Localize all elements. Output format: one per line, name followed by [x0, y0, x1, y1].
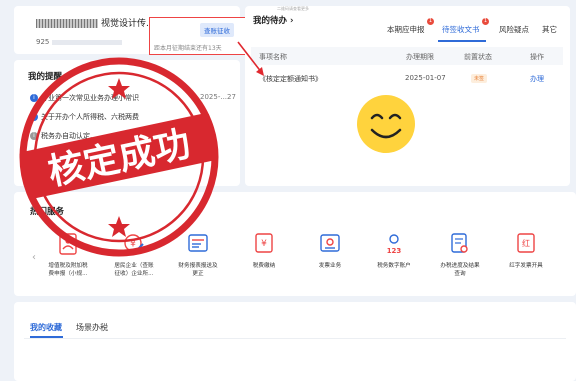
active-tab-indicator	[438, 40, 486, 42]
todo-item-deadline: 2025-01-07	[405, 74, 446, 82]
service-label: 查询	[454, 271, 466, 277]
service-digital-account[interactable]: 123 税务数字账户	[364, 232, 424, 270]
yen-edit-icon: ¥	[123, 232, 145, 256]
tab-current-filing[interactable]: 本期应申报	[387, 24, 425, 35]
reminders-title[interactable]: 我的提醒 ›	[28, 70, 69, 82]
service-vat-filing[interactable]: 增值税及附加税 费申报（小规...	[38, 232, 98, 278]
column-header: 前置状态	[464, 53, 492, 61]
todo-item-name: 《核定定额通知书》	[259, 75, 322, 83]
digital-account-icon: 123	[383, 232, 405, 256]
tab-other[interactable]: 其它	[542, 24, 557, 35]
carousel-prev-icon[interactable]: ‹	[32, 252, 36, 263]
reminders-panel: 我的提醒 › i 开业第一次常见业务办理小常识 2025-...27 i 关于开办个…	[14, 60, 240, 186]
user-info-card: 视觉设计传... 925 查账征收 距本月征期结束还有13天	[14, 6, 247, 55]
svg-text:红: 红	[522, 238, 530, 248]
service-label: 财务报表报送及	[178, 263, 218, 269]
tax-pay-icon: ¥	[253, 232, 275, 256]
service-label: 税费缴纳	[252, 263, 276, 269]
service-tax-payment[interactable]: ¥ 税费缴纳	[234, 232, 294, 270]
svg-text:¥: ¥	[130, 240, 136, 250]
red-arrow-annotation	[237, 41, 264, 76]
handle-link[interactable]: 办理	[530, 74, 544, 84]
service-label: 居民企业（查账	[114, 263, 154, 269]
service-label: 费申报（小规...	[48, 271, 88, 277]
divider	[24, 338, 566, 339]
reminder-date: 2025-...27	[200, 93, 236, 101]
person-doc-icon	[57, 232, 79, 256]
service-red-invoice[interactable]: 红 红字发票开具	[496, 232, 556, 270]
service-financial-report[interactable]: 财务报表报送及 更正	[168, 232, 228, 278]
reminder-text: 关于开办个人所得税、六税两费	[41, 113, 139, 121]
smiley-face-icon	[357, 95, 415, 153]
column-header: 办理期限	[406, 53, 434, 61]
reminder-item[interactable]: i 税务办自动认定...	[30, 131, 97, 141]
tab-pending-documents[interactable]: 待签收文书	[442, 24, 480, 35]
redacted-block	[52, 39, 123, 45]
chevron-right-icon: ›	[64, 72, 69, 82]
levy-deadline-note: 距本月征期结束还有13天	[154, 45, 222, 52]
report-icon	[187, 232, 209, 256]
info-icon: i	[30, 132, 38, 140]
tax-id-prefix: 925	[36, 38, 50, 46]
favorites-panel: 我的收藏 场景办税	[14, 302, 576, 381]
reminder-item[interactable]: i 关于开办个人所得税、六税两费	[30, 112, 139, 122]
levy-type-badge: 查账征收	[200, 23, 234, 37]
company-name: 视觉设计传...	[36, 16, 155, 29]
reminder-text: 开业第一次常见业务办理小常识	[41, 94, 139, 102]
services-title: 热门服务	[30, 207, 65, 217]
todo-status-badge: 未签	[471, 74, 488, 83]
hot-services-panel: 热门服务 ‹ 增值税及附加税 费申报（小规... ¥ 居民企业（查账 征收）企业所.…	[14, 192, 576, 296]
svg-text:¥: ¥	[261, 239, 267, 249]
service-label: 办税进度及结果	[440, 263, 480, 269]
tab-badge: 1	[482, 18, 489, 25]
invoice-icon	[319, 232, 341, 256]
tax-id: 925	[36, 38, 123, 46]
tab-badge: 1	[427, 18, 434, 25]
service-label: 征收）企业所...	[114, 271, 154, 277]
tab-risk-items[interactable]: 风险疑点	[499, 24, 529, 35]
tab-my-favorites[interactable]: 我的收藏	[30, 322, 62, 333]
top-strip-text: 二维码请查看更多	[277, 6, 309, 11]
info-icon: i	[30, 94, 38, 102]
levy-info-highlight: 查账征收 距本月征期结束还有13天	[149, 17, 247, 55]
service-label: 红字发票开具	[509, 263, 543, 269]
redacted-block	[36, 19, 98, 28]
service-label: 发票业务	[318, 263, 342, 269]
todo-title[interactable]: 我的待办 ›	[253, 14, 294, 26]
svg-text:123: 123	[387, 247, 402, 255]
chevron-right-icon: ›	[289, 16, 294, 26]
service-label: 增值税及附加税	[48, 263, 88, 269]
service-invoice[interactable]: 发票业务	[300, 232, 360, 270]
todo-table-header: 事项名称 办理期限 前置状态 操作	[251, 47, 563, 65]
red-invoice-icon: 红	[515, 232, 537, 256]
service-label: 税务数字账户	[377, 263, 411, 269]
service-label: 更正	[192, 271, 204, 277]
company-name-text: 视觉设计传...	[101, 19, 155, 29]
column-header: 操作	[530, 53, 544, 61]
progress-query-icon	[449, 232, 471, 256]
service-progress-query[interactable]: 办税进度及结果 查询	[430, 232, 490, 278]
service-corporate-income-tax[interactable]: ¥ 居民企业（查账 征收）企业所...	[104, 232, 164, 278]
reminder-text: 税务办自动认定...	[41, 132, 97, 140]
info-icon: i	[30, 113, 38, 121]
tab-scenario-tax[interactable]: 场景办税	[76, 322, 108, 333]
reminder-item[interactable]: i 开业第一次常见业务办理小常识 2025-...27	[30, 93, 236, 103]
